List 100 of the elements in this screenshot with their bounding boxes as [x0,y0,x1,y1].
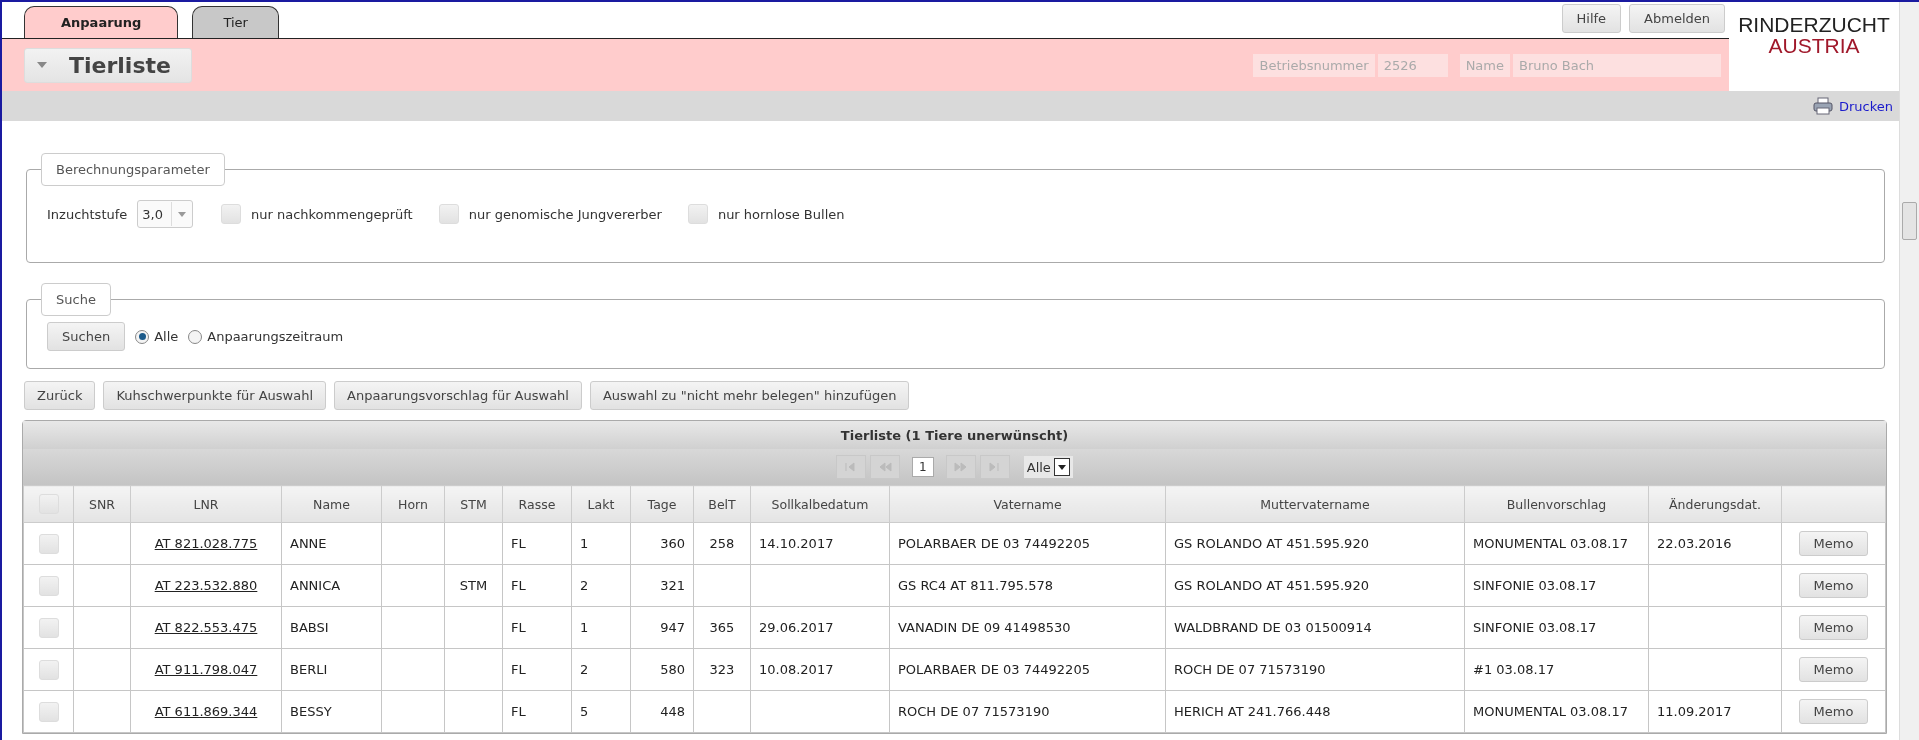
memo-button[interactable]: Memo [1798,615,1869,640]
scrollbar[interactable] [1899,2,1919,740]
checkbox-label: nur nachkommengeprüft [251,206,413,222]
column-header[interactable]: STM [444,485,503,523]
readonly-field: 2526 [1377,53,1448,77]
table-cell: MONUMENTAL 03.08.17 [1473,704,1628,719]
caret-icon [178,211,186,217]
table-cell: STM [459,578,488,593]
table-cell: POLARBAER DE 03 74492205 [898,662,1090,677]
table-cell: 258 [709,536,735,551]
table-cell: 22.03.2016 [1657,536,1732,551]
panel-legend: Suche [41,283,111,316]
table-cell: FL [511,704,526,719]
column-header[interactable]: LNR [130,485,282,523]
row-checkbox[interactable] [38,701,59,722]
table-cell: 321 [660,578,685,593]
inbreeding-dropdown[interactable]: 3,0 [137,200,193,228]
checkbox[interactable] [438,204,459,224]
memo-button[interactable]: Memo [1798,531,1869,556]
table-cell: 947 [660,620,685,635]
panel-legend: Berechnungsparameter [41,153,225,186]
table-cell: 360 [660,536,685,551]
checkbox[interactable] [221,204,241,224]
checkbox-label: nur genomische Jungvererber [468,206,662,222]
column-header[interactable]: Bullenvorschlag [1464,485,1649,523]
radio-button[interactable] [135,329,150,344]
table-cell: GS ROLANDO AT 451.595.920 [1174,536,1369,551]
table-cell: ROCH DE 07 71573190 [898,704,1050,719]
column-header[interactable]: Sollkalbedatum [750,485,890,523]
caret-icon [37,62,47,68]
page-size-dropdown[interactable]: Alle [1023,456,1073,478]
table-cell: 365 [709,620,735,635]
action-button[interactable]: Kuhschwerpunkte für Auswahl [103,381,327,410]
radio-label: Alle [154,329,179,344]
table-cell: MONUMENTAL 03.08.17 [1473,536,1628,551]
table-cell: GS ROLANDO AT 451.595.920 [1174,578,1369,593]
action-button[interactable]: Zurück [24,381,96,410]
memo-button[interactable]: Memo [1798,657,1869,682]
column-header[interactable]: Name [281,485,382,523]
table-cell: 11.09.2017 [1657,704,1732,719]
logo: RINDERZUCHT AUSTRIA [1737,12,1891,59]
table-title: Tierliste (1 Tiere unerwünscht) [23,421,1886,449]
column-header[interactable]: Tage [630,485,694,523]
table-cell: FL [511,578,526,593]
memo-button[interactable]: Memo [1798,699,1869,724]
tab[interactable]: Anpaarung [24,6,179,38]
action-button[interactable]: Anpaarungsvorschlag für Auswahl [334,381,582,410]
next-page-icon[interactable] [945,455,976,479]
radio-label: Anpaarungszeitraum [207,329,344,344]
first-page-icon[interactable] [836,455,867,479]
memo-button[interactable]: Memo [1798,573,1869,598]
table-cell: SINFONIE 03.08.17 [1473,620,1597,635]
table-cell: 10.08.2017 [759,662,834,677]
print-link[interactable]: Drucken [1838,98,1893,114]
page-number-field[interactable]: 1 [912,457,934,477]
table-cell: HERICH AT 241.766.448 [1174,704,1331,719]
prev-page-icon[interactable] [870,455,901,479]
column-header[interactable]: Rasse [502,485,572,523]
table-cell: #1 03.08.17 [1473,662,1555,677]
table-cell: 580 [660,662,685,677]
page-title-button[interactable]: Tierliste [24,47,192,83]
table-cell: BABSI [290,620,329,635]
column-header[interactable]: Muttervatername [1165,485,1465,523]
table-cell: 1 [580,536,589,551]
column-header[interactable]: Vatername [889,485,1166,523]
last-page-icon[interactable] [979,455,1010,479]
header-button[interactable]: Hilfe [1561,4,1622,33]
field-label: Inzuchtstufe [47,206,128,222]
header-button[interactable]: Abmelden [1629,4,1725,33]
table-cell: FL [511,620,526,635]
table-cell: BESSY [290,704,332,719]
table-cell: ANNICA [290,578,341,593]
printer-icon[interactable] [1812,97,1833,115]
table-cell: POLARBAER DE 03 74492205 [898,536,1090,551]
checkbox[interactable] [687,204,708,224]
table-cell: ROCH DE 07 71573190 [1174,662,1326,677]
search-button[interactable]: Suchen [47,322,126,351]
table-cell: 2 [580,578,589,593]
table-cell: SINFONIE 03.08.17 [1473,578,1597,593]
table-cell: ANNE [290,536,327,551]
column-header[interactable]: Lakt [571,485,631,523]
table-cell: FL [511,536,526,551]
column-header[interactable]: Horn [381,485,445,523]
table-cell: VANADIN DE 09 41498530 [898,620,1071,635]
table-cell: 2 [580,662,589,677]
table-cell: WALDBRAND DE 03 01500914 [1174,620,1372,635]
column-header[interactable]: Änderungsdat. [1648,485,1782,523]
table-cell: FL [511,662,526,677]
radio-button[interactable] [188,329,203,344]
field-label: Name [1459,53,1510,77]
row-checkbox[interactable] [38,617,59,638]
row-checkbox[interactable] [38,575,59,596]
row-checkbox[interactable] [38,533,59,554]
row-checkbox[interactable] [38,659,59,680]
column-header[interactable]: SNR [73,485,131,523]
table-cell: 14.10.2017 [759,536,834,551]
field-label: Betriebsnummer [1253,53,1375,77]
column-header[interactable]: BelT [693,485,751,523]
tab[interactable]: Tier [192,6,279,38]
action-button[interactable]: Auswahl zu "nicht mehr belegen" hinzufügen [589,381,910,410]
